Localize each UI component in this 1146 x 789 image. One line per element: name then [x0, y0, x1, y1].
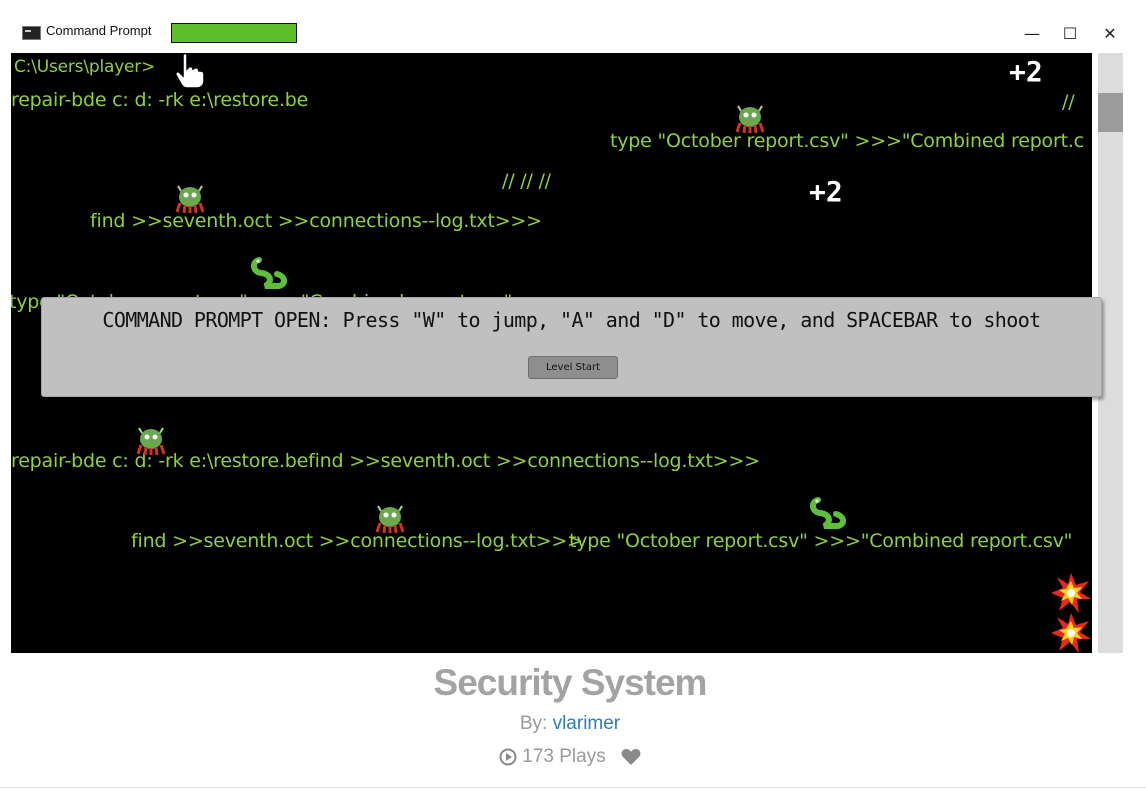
scrollbar-thumb[interactable] — [1098, 93, 1123, 132]
play-count: 173 Plays — [522, 746, 606, 767]
command-line: // // // — [502, 170, 551, 192]
snake-enemy-icon — [810, 497, 846, 529]
author-link[interactable]: vlarimer — [553, 713, 621, 734]
game-title: Security System — [433, 662, 708, 703]
command-prompt-path: C:\Users\player> — [14, 57, 156, 77]
command-line: find >>seventh.oct >>connections--log.tx… — [131, 530, 583, 552]
minimize-button[interactable]: — — [1017, 19, 1047, 47]
byline: By: vlarimer — [0, 713, 1140, 735]
level-start-button[interactable]: Level Start — [528, 356, 618, 379]
by-label: By: — [519, 713, 548, 734]
bug-enemy-icon — [137, 427, 165, 455]
explosion-icon — [1051, 613, 1091, 653]
game-stats: 173 Plays — [0, 746, 1140, 768]
title-bar: Command Prompt — ☐ ✕ — [0, 10, 1124, 54]
score-popup: +2 — [809, 175, 843, 208]
command-prompt-icon — [22, 26, 41, 40]
hand-cursor-icon — [175, 53, 205, 89]
game-window: Command Prompt — ☐ ✕ C:\Users\player> re… — [0, 0, 1124, 660]
footer-divider — [0, 787, 1146, 788]
bug-enemy-icon — [176, 185, 204, 213]
command-line: type "October report.csv" >>>"Combined r… — [569, 530, 1073, 552]
score-popup: +2 — [1009, 55, 1043, 88]
bug-enemy-icon — [376, 505, 404, 533]
window-title: Command Prompt — [46, 23, 152, 38]
command-line: type "October report.csv" >>>"Combined r… — [610, 130, 1084, 152]
close-button[interactable]: ✕ — [1095, 19, 1125, 47]
command-line: find >>seventh.oct >>connections--log.tx… — [90, 210, 542, 232]
command-line: // — [1062, 91, 1075, 113]
heart-icon[interactable] — [621, 748, 641, 766]
command-line: repair-bde c: d: -rk e:\restore.befind >… — [11, 450, 760, 472]
health-bar — [171, 23, 297, 43]
instructions-text: COMMAND PROMPT OPEN: Press "W" to jump, … — [102, 308, 1041, 332]
play-circle-icon — [499, 748, 517, 766]
bug-enemy-icon — [736, 105, 764, 133]
maximize-button[interactable]: ☐ — [1055, 19, 1085, 47]
snake-enemy-icon — [251, 257, 287, 289]
command-line: repair-bde c: d: -rk e:\restore.be — [11, 89, 309, 111]
instructions-dialog: COMMAND PROMPT OPEN: Press "W" to jump, … — [41, 297, 1102, 397]
explosion-icon — [1051, 573, 1091, 613]
